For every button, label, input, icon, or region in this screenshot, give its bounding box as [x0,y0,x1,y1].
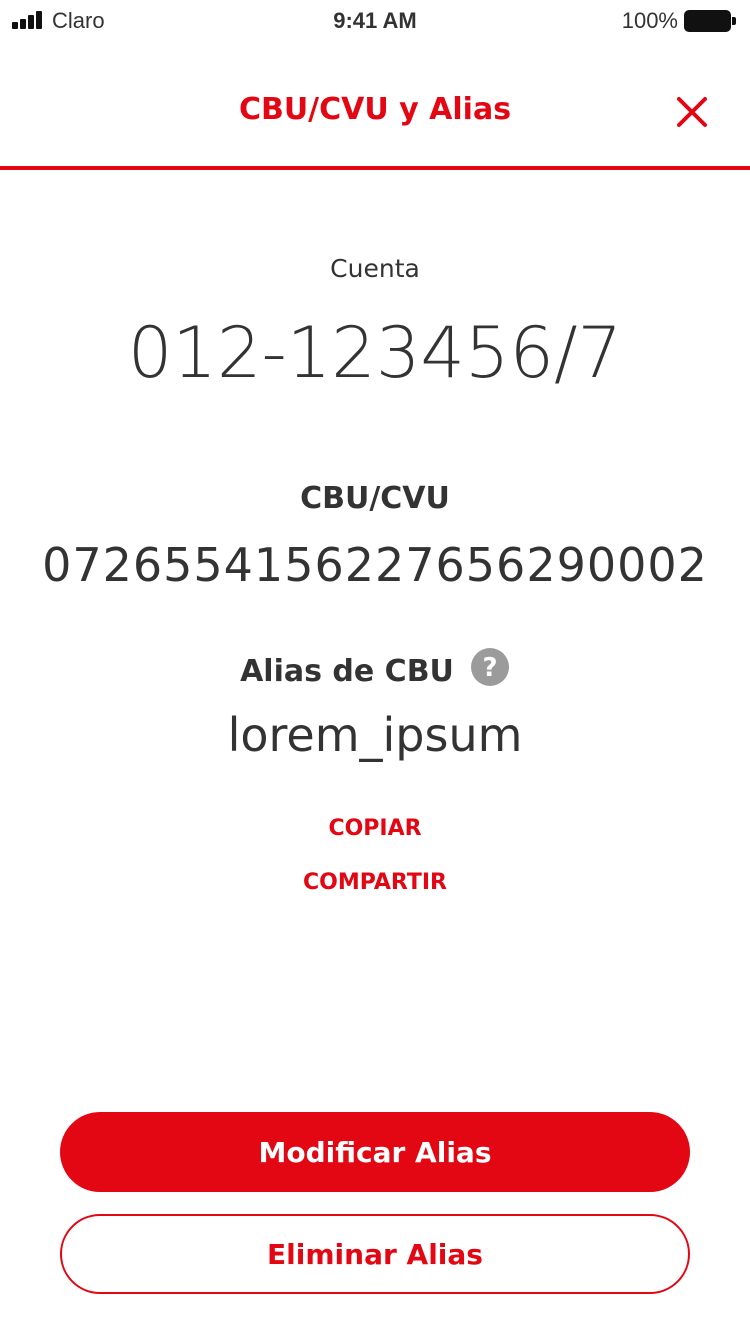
help-icon: ? [470,648,509,686]
page-title: CBU/CVU y Alias [238,92,512,127]
copy-link[interactable]: COPIAR [0,816,750,841]
cbu-value: 0726554156227656290002 [42,538,708,592]
account-number: 012-123456/7 [127,312,623,394]
alias-label-row: Alias de CBU ? [0,646,750,696]
account-label: Cuenta [330,254,420,283]
cbu-label: CBU/CVU [300,481,450,516]
status-bar: Claro 9:41 AM 100% [0,0,750,40]
svg-text:?: ? [482,653,497,683]
close-icon [677,97,707,127]
close-button[interactable] [674,94,710,130]
help-button[interactable]: ? [470,647,510,687]
battery-icon [684,10,736,32]
share-link[interactable]: COMPARTIR [0,870,750,895]
delete-alias-button[interactable]: Eliminar Alias [60,1214,690,1294]
alias-value: lorem_ipsum [227,708,523,762]
header: CBU/CVU y Alias [0,40,750,170]
battery-percentage: 100% [621,8,678,33]
alias-label: Alias de CBU [240,653,454,689]
modify-alias-button[interactable]: Modificar Alias [60,1112,690,1192]
